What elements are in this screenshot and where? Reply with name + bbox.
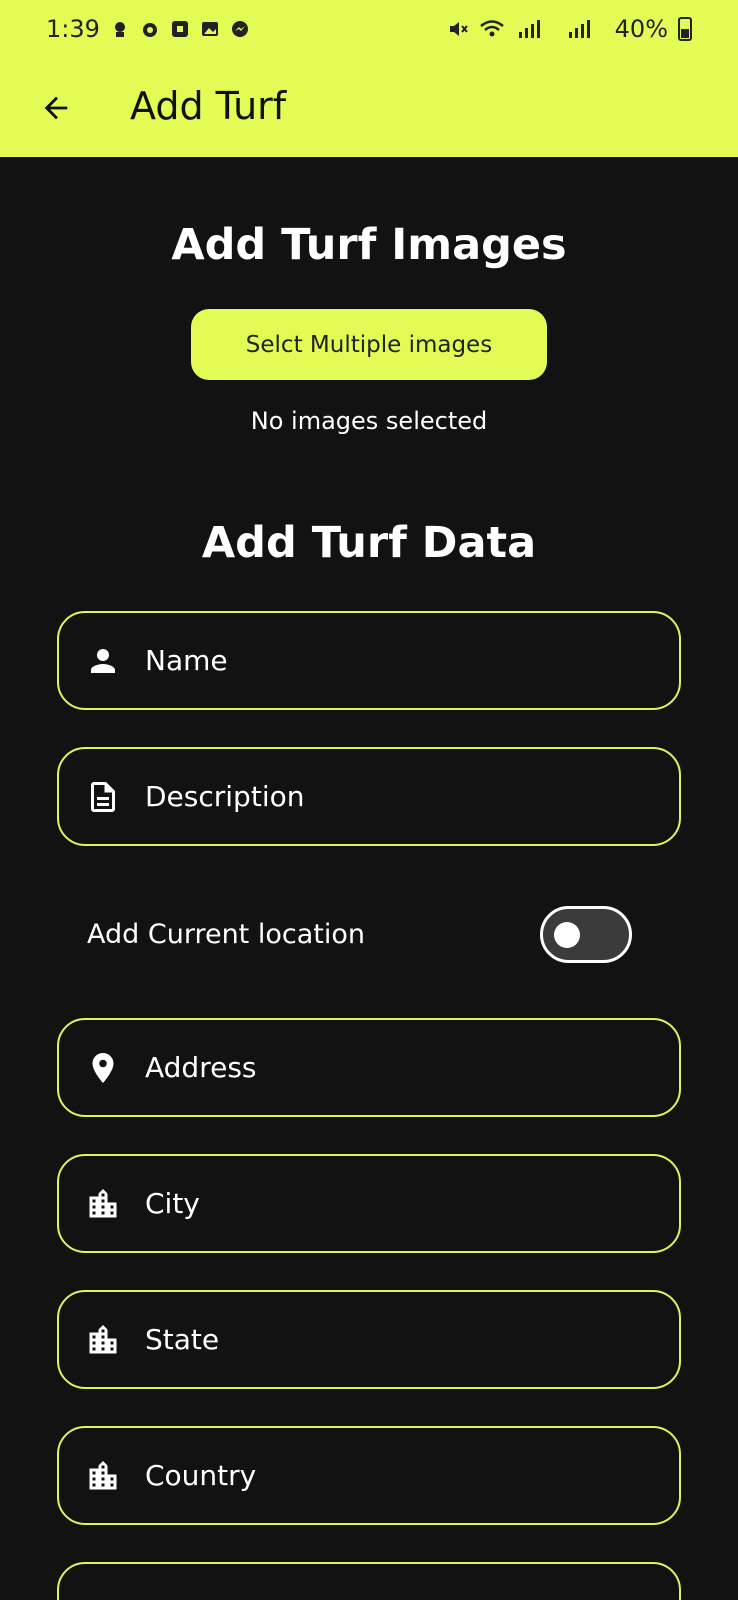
city-icon bbox=[81, 1318, 125, 1362]
lte-signal-icon bbox=[568, 20, 590, 38]
country-field[interactable] bbox=[57, 1426, 681, 1525]
alarm-icon bbox=[142, 23, 157, 37]
signal-icon bbox=[518, 20, 540, 38]
next-field-partial[interactable] bbox=[57, 1562, 681, 1600]
data-section-title: Add Turf Data bbox=[201, 518, 537, 568]
app-bar: 1:39 40% Add Turf bbox=[0, 0, 738, 157]
no-images-text: No images selected bbox=[250, 407, 488, 435]
battery-icon bbox=[678, 17, 692, 41]
person-icon bbox=[81, 639, 125, 683]
status-left: 1:39 bbox=[46, 15, 250, 43]
status-bar: 1:39 40% bbox=[0, 0, 738, 58]
current-location-label: Add Current location bbox=[87, 918, 365, 950]
name-field[interactable] bbox=[57, 611, 681, 710]
mute-icon bbox=[449, 22, 468, 36]
toolbar: Add Turf bbox=[0, 70, 738, 146]
app-icon bbox=[171, 21, 188, 37]
current-location-row: Add Current location bbox=[87, 905, 632, 963]
city-icon bbox=[81, 1454, 125, 1498]
page-title: Add Turf bbox=[130, 84, 287, 128]
city-input[interactable] bbox=[145, 1187, 645, 1220]
city-field[interactable] bbox=[57, 1154, 681, 1253]
wifi-icon bbox=[479, 20, 504, 37]
status-right: 40% bbox=[447, 15, 692, 43]
notification-icon bbox=[114, 22, 125, 37]
status-time: 1:39 bbox=[46, 15, 100, 43]
description-input[interactable] bbox=[145, 780, 645, 813]
document-icon bbox=[81, 775, 125, 819]
messenger-icon bbox=[231, 21, 248, 37]
gallery-icon bbox=[201, 22, 218, 36]
images-section-title: Add Turf Images bbox=[171, 220, 567, 270]
current-location-toggle[interactable] bbox=[540, 905, 632, 963]
description-field[interactable] bbox=[57, 747, 681, 846]
country-input[interactable] bbox=[145, 1459, 645, 1492]
city-icon bbox=[81, 1182, 125, 1226]
select-images-button[interactable]: Selct Multiple images bbox=[191, 309, 547, 380]
state-input[interactable] bbox=[145, 1323, 645, 1356]
toggle-knob bbox=[554, 921, 580, 948]
location-pin-icon bbox=[81, 1046, 125, 1090]
arrow-back-icon bbox=[44, 96, 68, 120]
back-button[interactable] bbox=[30, 82, 82, 134]
state-field[interactable] bbox=[57, 1290, 681, 1389]
address-field[interactable] bbox=[57, 1018, 681, 1117]
address-input[interactable] bbox=[145, 1051, 645, 1084]
battery-percent: 40% bbox=[614, 15, 668, 43]
name-input[interactable] bbox=[145, 644, 645, 677]
